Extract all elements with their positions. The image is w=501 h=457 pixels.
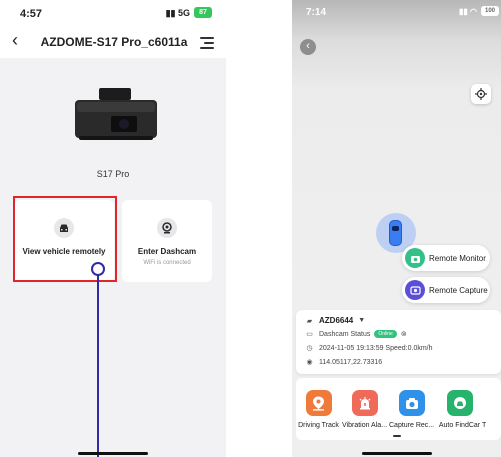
status-time: 7:14 [306, 7, 327, 18]
network-label: 5G [177, 8, 190, 18]
car-icon: ▰ [306, 317, 313, 325]
device-name: AZD6644 [319, 316, 354, 325]
dashcam-icon: ▭ [306, 331, 313, 338]
model-name: S17 Pro [96, 169, 130, 179]
battery-icon: 87 [194, 7, 212, 18]
more-tool-icon [484, 390, 501, 416]
dashcam-status-row: ▭ Dashcam Status Online ⊚ [305, 330, 407, 338]
right-phone-screen: 7:14 ▮▮ ◠ 100 ‹ Remote Monitor Remote Ca… [292, 0, 501, 457]
remote-monitor-label: Remote Monitor [429, 253, 486, 263]
car-marker-icon[interactable] [389, 220, 402, 246]
driving-track-button[interactable]: Driving Track [296, 390, 341, 429]
more-tool-label: T [482, 422, 487, 429]
signal-wifi-icon: ▮▮ ◠ [458, 7, 477, 16]
nav-bar: ‹ AZDOME-S17 Pro_c6011a [0, 26, 226, 58]
find-car-icon [446, 390, 473, 416]
capture-icon [405, 280, 425, 300]
datetime-speed-row: ◷ 2024-11-05 19:13:59 Speed:0.0km/h [305, 344, 433, 353]
datetime-speed: 2024-11-05 19:13:59 Speed:0.0km/h [319, 344, 433, 352]
alarm-icon [351, 390, 378, 416]
network-indicator: ▮▮ 5G [165, 8, 190, 18]
left-phone-screen: 4:57 ▮▮ 5G 87 ‹ AZDOME-S17 Pro_c6011a S1… [0, 0, 226, 457]
clock-icon: ◷ [306, 345, 313, 352]
dashcam-status-label: Dashcam Status [319, 330, 371, 338]
home-indicator [362, 452, 432, 455]
dashcam-image [75, 88, 157, 140]
tools-panel: Driving Track Vibration Ala... Capture R… [296, 378, 501, 440]
menu-icon[interactable] [200, 37, 214, 49]
remote-capture-button[interactable]: Remote Capture [402, 277, 490, 303]
back-chevron-icon[interactable]: ‹ [12, 30, 18, 51]
map-pin-icon [305, 390, 332, 416]
enter-dashcam-card[interactable]: Enter Dashcam WiFi is connected [122, 200, 212, 282]
monitor-icon [405, 248, 425, 268]
location-icon: ◉ [306, 359, 313, 366]
locate-icon[interactable] [471, 84, 491, 104]
auto-find-car-button[interactable]: Auto FindCar [437, 390, 482, 429]
dropdown-caret-icon: ▼ [358, 317, 366, 324]
coordinates-row: ◉ 114.05117,22.73316 [305, 358, 383, 367]
pointer-circle [91, 262, 105, 276]
auto-find-car-label: Auto FindCar [438, 422, 481, 429]
page-title: AZDOME-S17 Pro_c6011a [40, 35, 188, 49]
status-bar: 4:57 ▮▮ 5G 87 [0, 0, 226, 26]
capture-records-button[interactable]: Capture Rec... [389, 390, 434, 429]
remote-monitor-button[interactable]: Remote Monitor [402, 245, 490, 271]
home-indicator [78, 452, 148, 455]
vibration-alarm-button[interactable]: Vibration Ala... [342, 390, 387, 429]
capture-records-label: Capture Rec... [389, 422, 435, 429]
enter-dashcam-label: Enter Dashcam [137, 247, 197, 256]
battery-icon: 100 [481, 6, 499, 16]
wifi-status: WiFi is connected [143, 260, 191, 266]
more-tool-button[interactable]: T [482, 390, 501, 429]
back-button[interactable]: ‹ [300, 39, 316, 55]
page-indicator [393, 435, 401, 437]
webcam-icon: ⊚ [400, 331, 407, 338]
device-selector[interactable]: ▰ AZD6644 ▼ [305, 316, 365, 325]
vibration-alarm-label: Vibration Ala... [342, 422, 388, 429]
remote-capture-label: Remote Capture [429, 285, 488, 295]
coordinates: 114.05117,22.73316 [319, 358, 383, 366]
device-info-panel: ▰ AZD6644 ▼ ▭ Dashcam Status Online ⊚ ◷ … [296, 310, 501, 374]
online-badge: Online [374, 330, 397, 338]
status-time: 4:57 [20, 8, 43, 20]
webcam-icon [157, 218, 177, 238]
camera-icon [398, 390, 425, 416]
driving-track-label: Driving Track [298, 422, 339, 429]
pointer-line [97, 273, 99, 457]
